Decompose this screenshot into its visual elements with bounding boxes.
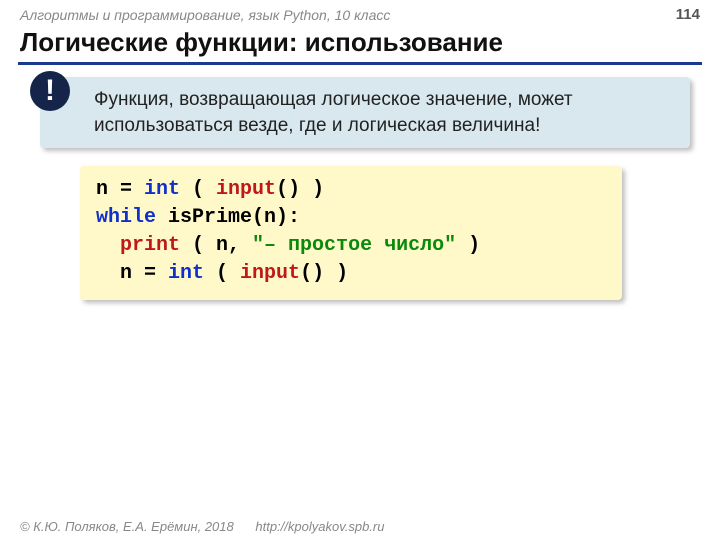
code-text: () ) — [300, 262, 348, 285]
footer: © К.Ю. Поляков, Е.А. Ерёмин, 2018 http:/… — [20, 519, 384, 534]
code-keyword: int — [168, 262, 204, 285]
header-row: Алгоритмы и программирование, язык Pytho… — [0, 0, 720, 25]
code-string: "– простое число" — [252, 234, 456, 257]
code-text: ) — [456, 234, 480, 257]
code-text: () ) — [276, 178, 324, 201]
footer-url: http://kpolyakov.spb.ru — [255, 519, 384, 534]
course-label: Алгоритмы и программирование, язык Pytho… — [20, 7, 390, 23]
code-text: n = — [96, 262, 168, 285]
code-indent — [96, 234, 120, 257]
code-text: ( — [204, 262, 240, 285]
code-func: input — [240, 262, 300, 285]
code-keyword: while — [96, 206, 156, 229]
exclamation-icon: ! — [30, 71, 70, 111]
code-text: ( n, — [180, 234, 252, 257]
note-text: Функция, возвращающая логическое значени… — [94, 89, 573, 136]
title-underline — [18, 62, 702, 65]
code-keyword: int — [144, 178, 180, 201]
code-text: ( — [180, 178, 216, 201]
copyright-text: © К.Ю. Поляков, Е.А. Ерёмин, 2018 — [20, 519, 234, 534]
code-text: n = — [96, 178, 144, 201]
page-number: 114 — [676, 6, 700, 23]
page-title: Логические функции: использование — [0, 25, 720, 62]
note-box: ! Функция, возвращающая логическое значе… — [40, 77, 690, 148]
code-block: n = int ( input() ) while isPrime(n): pr… — [80, 166, 622, 300]
code-text: isPrime(n): — [156, 206, 300, 229]
code-func: input — [216, 178, 276, 201]
code-func: print — [120, 234, 180, 257]
